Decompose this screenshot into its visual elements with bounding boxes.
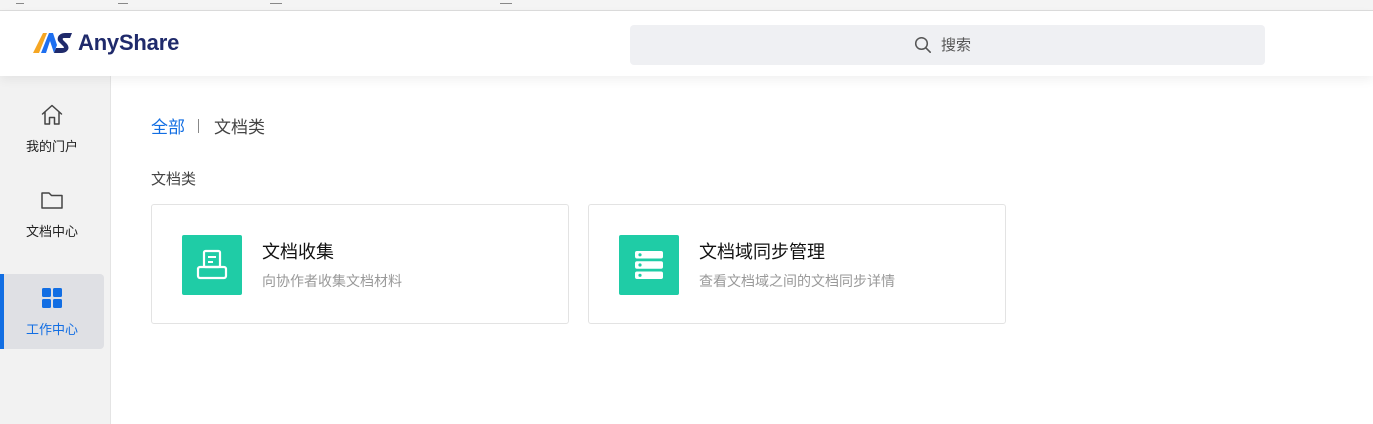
- server-sync-icon: [619, 235, 679, 295]
- breadcrumb: 全部 文档类: [151, 113, 265, 138]
- left-sidebar: 我的门户 文档中心 工作中心: [0, 76, 111, 424]
- section-title: 文档类: [151, 170, 197, 188]
- top-header: AnyShare: [0, 11, 1373, 76]
- tab-fragment: [16, 0, 24, 4]
- sidebar-item-label: 文档中心: [25, 225, 78, 240]
- brand-name: AnyShare: [78, 30, 180, 55]
- app-card-document-collect[interactable]: 文档收集 向协作者收集文档材料: [151, 204, 569, 324]
- card-description: 查看文档域之间的文档同步详情: [699, 274, 895, 290]
- card-title: 文档收集: [262, 242, 334, 263]
- sidebar-item-document-center[interactable]: 文档中心: [0, 176, 104, 251]
- folder-icon: [39, 187, 65, 213]
- sidebar-item-label: 工作中心: [25, 323, 78, 338]
- anyshare-logo-icon: [33, 33, 72, 53]
- tab-fragment: [500, 0, 512, 4]
- app-card-domain-sync[interactable]: 文档域同步管理 查看文档域之间的文档同步详情: [588, 204, 1006, 324]
- search-icon: [914, 36, 932, 54]
- tab-fragment: [118, 0, 128, 4]
- breadcrumb-current: 文档类: [214, 118, 265, 138]
- sidebar-item-my-portal[interactable]: 我的门户: [0, 91, 104, 166]
- breadcrumb-all-link[interactable]: 全部: [151, 113, 185, 138]
- brand-logo[interactable]: AnyShare: [32, 29, 179, 57]
- home-icon: [39, 102, 65, 128]
- sidebar-item-work-center[interactable]: 工作中心: [0, 274, 104, 349]
- sidebar-item-label: 我的门户: [25, 140, 78, 155]
- card-title: 文档域同步管理: [699, 242, 825, 263]
- grid-apps-icon: [39, 285, 65, 311]
- tab-fragment: [270, 0, 282, 4]
- search-input[interactable]: [941, 36, 981, 54]
- search-bar[interactable]: [630, 25, 1265, 65]
- card-description: 向协作者收集文档材料: [262, 274, 402, 290]
- main-content: 全部 文档类 文档类 文档收集 向协作者收集文档材料 文档域同步管理 查看文档域…: [111, 76, 1373, 424]
- breadcrumb-separator: [198, 118, 199, 133]
- document-collect-icon: [182, 235, 242, 295]
- browser-tab-strip: [0, 0, 1373, 11]
